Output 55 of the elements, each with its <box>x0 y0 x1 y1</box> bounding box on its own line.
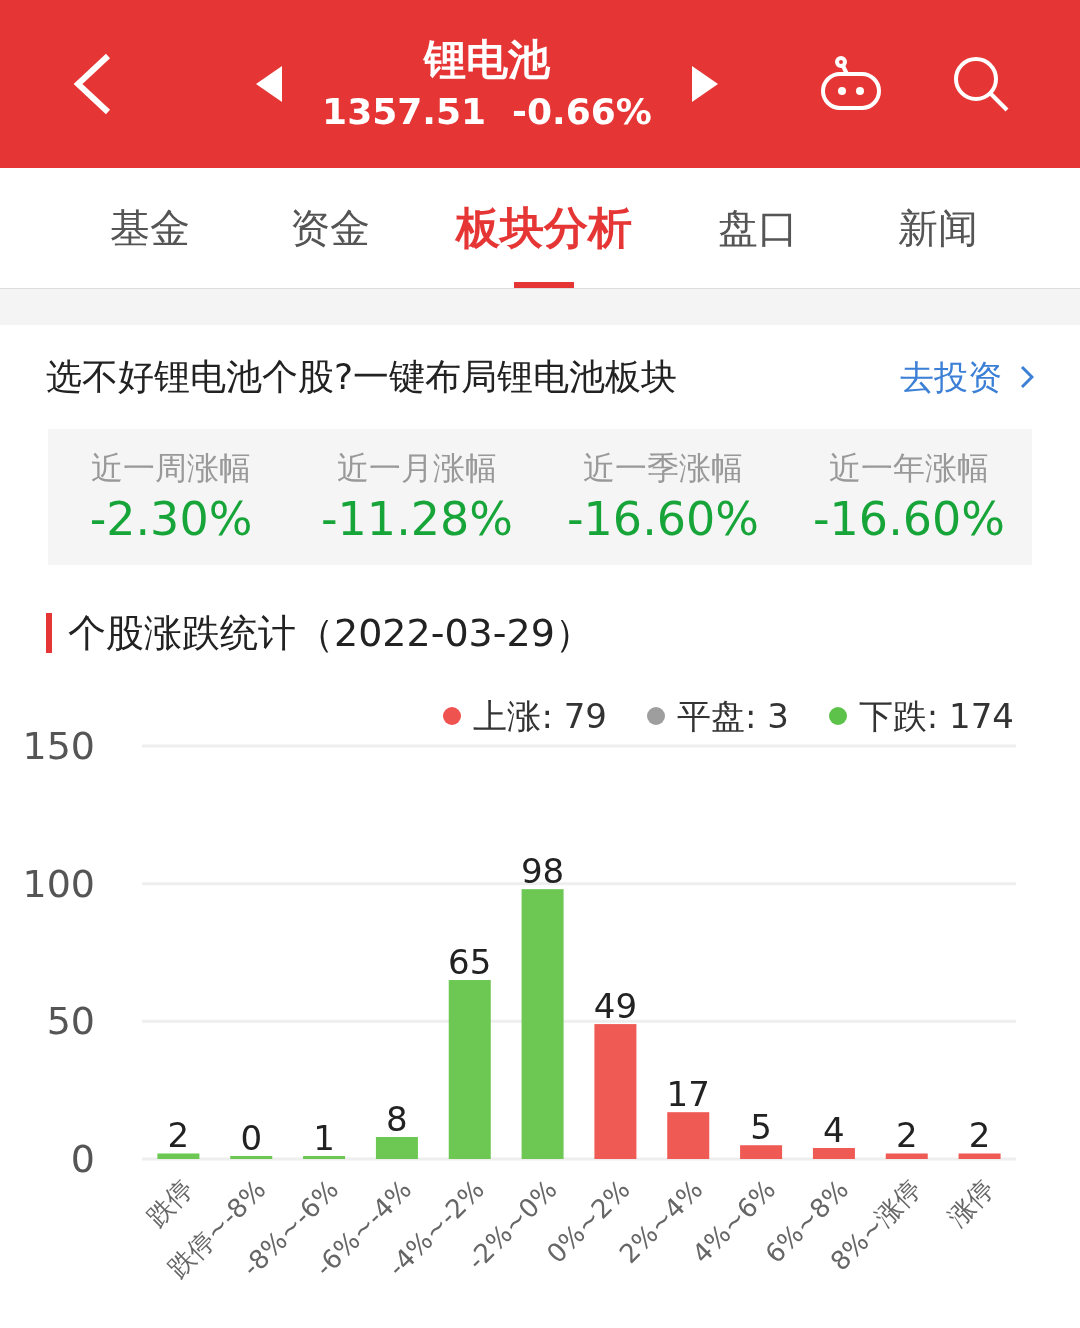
search-icon[interactable] <box>952 55 1010 113</box>
tab[interactable]: 基金 <box>60 167 240 288</box>
return-label: 近一周涨幅 <box>91 448 251 489</box>
bar-value-label: 8 <box>386 1098 408 1139</box>
previous-icon[interactable] <box>256 66 283 102</box>
bar <box>157 1153 200 1159</box>
y-tick-label: 100 <box>22 861 95 906</box>
bar-value-label: 4 <box>823 1110 845 1150</box>
invest-link[interactable]: 去投资 <box>900 351 1002 403</box>
next-icon[interactable] <box>691 66 718 102</box>
bar-value-label: 0 <box>240 1118 263 1158</box>
legend-label: 上涨: 79 <box>473 694 607 738</box>
y-tick-label: 0 <box>70 1137 95 1181</box>
bar-value-label: 2 <box>167 1115 190 1156</box>
y-tick-label: 50 <box>46 999 95 1044</box>
tab[interactable]: 资金 <box>240 167 420 288</box>
bar <box>740 1145 783 1159</box>
return-label: 近一月涨幅 <box>337 448 497 489</box>
bar-value-label: 65 <box>448 942 492 983</box>
bar-value-label: 5 <box>750 1107 772 1148</box>
tab[interactable]: 板块分析 <box>420 167 668 288</box>
promo-text: 选不好锂电池个股?一键布局锂电池板块 <box>46 355 678 399</box>
bar-value-label: 2 <box>895 1115 918 1156</box>
return-value: -2.30% <box>89 491 253 548</box>
bar-value-label: 49 <box>593 986 638 1027</box>
chevron-right-icon[interactable] <box>1020 365 1034 389</box>
section-title: 个股涨跌统计（2022-03-29） <box>68 609 593 657</box>
robot-icon[interactable] <box>820 56 882 112</box>
bar-value-label: 17 <box>666 1074 710 1115</box>
return-value: -11.28% <box>321 491 513 548</box>
index-value: 1357.51 <box>322 90 487 134</box>
bar <box>812 1148 855 1159</box>
legend-label: 下跌: 174 <box>858 694 1014 738</box>
tab[interactable]: 新闻 <box>848 167 1028 288</box>
bar-value-label: 98 <box>520 851 565 892</box>
bar <box>958 1153 1001 1159</box>
bar <box>885 1153 928 1159</box>
bar-value-label: 1 <box>313 1118 335 1158</box>
sector-title: 锂电池 <box>424 34 550 86</box>
legend-label: 平盘: 3 <box>676 694 789 738</box>
x-axis-label: 跌停 <box>140 1174 199 1232</box>
section-marker <box>46 613 52 653</box>
return-label: 近一季涨幅 <box>583 448 743 489</box>
tab[interactable]: 盘口 <box>668 167 848 288</box>
x-axis-label: 涨停 <box>941 1174 1000 1232</box>
y-tick-label: 150 <box>22 724 95 768</box>
bar <box>375 1136 418 1159</box>
bar <box>667 1112 710 1159</box>
bar-value-label: 2 <box>968 1115 991 1156</box>
bar <box>230 1156 273 1159</box>
index-change: -0.66% <box>512 90 652 134</box>
return-value: -16.60% <box>567 491 759 548</box>
bar <box>303 1156 346 1159</box>
return-label: 近一年涨幅 <box>829 448 989 489</box>
return-value: -16.60% <box>813 491 1005 548</box>
